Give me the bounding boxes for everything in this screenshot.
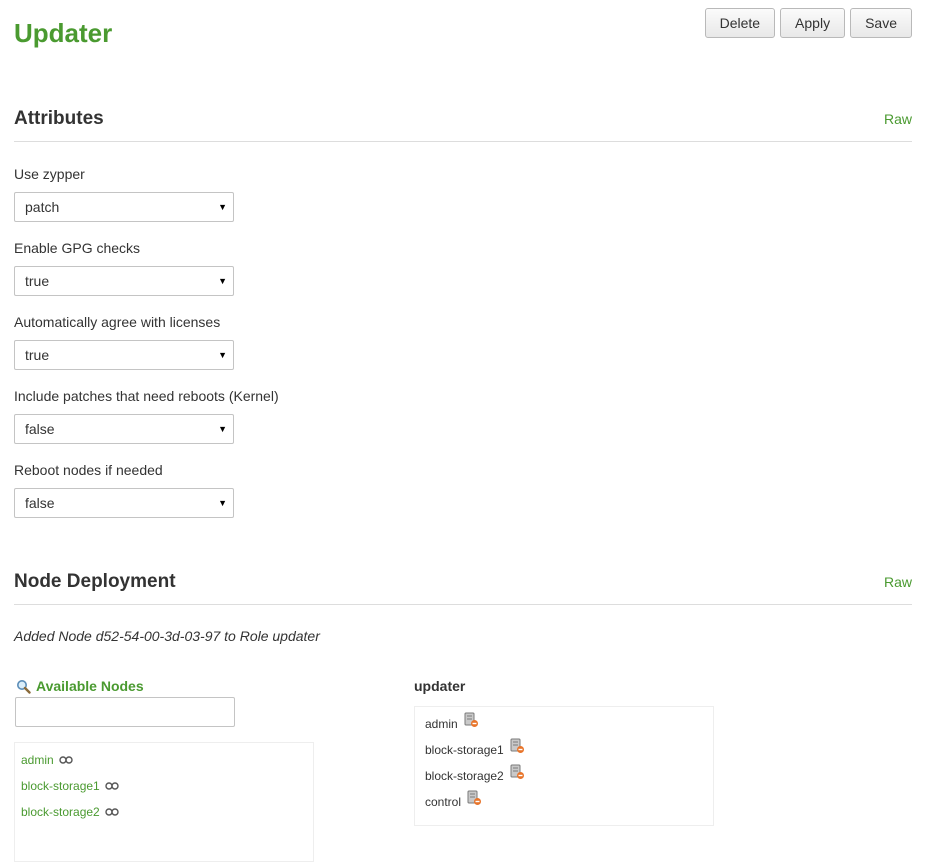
page-title: Updater (14, 18, 113, 48)
enable-gpg-select[interactable]: true ▼ (14, 266, 234, 296)
assigned-node-item: block-storage1 (415, 737, 713, 763)
agree-licenses-label: Automatically agree with licenses (14, 314, 221, 330)
chevron-down-icon: ▼ (218, 350, 227, 360)
assigned-node-item: admin (415, 711, 713, 737)
assigned-node-label: admin (425, 717, 458, 731)
available-node-label: admin (21, 753, 54, 767)
available-node-item[interactable]: block-storage1 (15, 773, 313, 799)
use-zypper-select[interactable]: patch ▼ (14, 192, 234, 222)
attributes-section-header: Attributes Raw (14, 108, 912, 142)
reboot-patches-label: Include patches that need reboots (Kerne… (14, 388, 279, 404)
link-icon (105, 773, 119, 799)
delete-button[interactable]: Delete (704, 8, 776, 38)
apply-button[interactable]: Apply (780, 8, 846, 38)
reboot-nodes-label: Reboot nodes if needed (14, 462, 163, 478)
save-button[interactable]: Save (850, 8, 912, 38)
magnifier-icon (16, 679, 31, 694)
use-zypper-field: Use zypper patch ▼ (14, 166, 234, 222)
enable-gpg-value: true (25, 273, 50, 289)
available-node-item[interactable]: admin (15, 747, 313, 773)
use-zypper-value: patch (25, 199, 60, 215)
available-node-label: block-storage1 (21, 779, 100, 793)
server-remove-icon[interactable] (466, 789, 482, 815)
server-remove-icon[interactable] (509, 763, 525, 789)
assigned-node-label: block-storage2 (425, 769, 504, 783)
server-remove-icon[interactable] (463, 711, 479, 737)
deployment-section-header: Node Deployment Raw (14, 571, 912, 605)
deployment-notice: Added Node d52-54-00-3d-03-97 to Role up… (14, 628, 320, 644)
reboot-patches-select[interactable]: false ▼ (14, 414, 234, 444)
chevron-down-icon: ▼ (218, 424, 227, 434)
role-updater-heading: updater (414, 678, 466, 694)
reboot-patches-value: false (25, 421, 55, 437)
chevron-down-icon: ▼ (218, 202, 227, 212)
agree-licenses-select[interactable]: true ▼ (14, 340, 234, 370)
server-remove-icon[interactable] (509, 737, 525, 763)
assigned-node-label: block-storage1 (425, 743, 504, 757)
available-node-item[interactable]: block-storage2 (15, 799, 313, 825)
attributes-raw-link[interactable]: Raw (884, 111, 912, 127)
chevron-down-icon: ▼ (218, 276, 227, 286)
assigned-node-item: block-storage2 (415, 763, 713, 789)
reboot-nodes-value: false (25, 495, 55, 511)
role-updater-node-list: admin block-storage1 block-storage2 cont… (414, 706, 714, 826)
reboot-nodes-field: Reboot nodes if needed false ▼ (14, 462, 234, 518)
available-nodes-search-input[interactable] (15, 697, 235, 727)
deployment-heading: Node Deployment (14, 571, 176, 592)
agree-licenses-value: true (25, 347, 50, 363)
attributes-heading: Attributes (14, 108, 104, 129)
agree-licenses-field: Automatically agree with licenses true ▼ (14, 314, 234, 370)
assigned-node-item: control (415, 789, 713, 815)
available-nodes-header: Available Nodes (16, 678, 144, 694)
available-nodes-list: admin block-storage1 block-storage2 (14, 742, 314, 862)
link-icon (58, 747, 73, 773)
link-icon (105, 799, 119, 825)
enable-gpg-field: Enable GPG checks true ▼ (14, 240, 234, 296)
toolbar: Delete Apply Save (704, 8, 912, 38)
enable-gpg-label: Enable GPG checks (14, 240, 141, 256)
use-zypper-label: Use zypper (14, 166, 85, 182)
reboot-patches-field: Include patches that need reboots (Kerne… (14, 388, 279, 444)
assigned-node-label: control (425, 795, 462, 809)
reboot-nodes-select[interactable]: false ▼ (14, 488, 234, 518)
available-node-label: block-storage2 (21, 805, 100, 819)
available-nodes-heading: Available Nodes (36, 678, 144, 694)
deployment-raw-link[interactable]: Raw (884, 574, 912, 590)
chevron-down-icon: ▼ (218, 498, 227, 508)
